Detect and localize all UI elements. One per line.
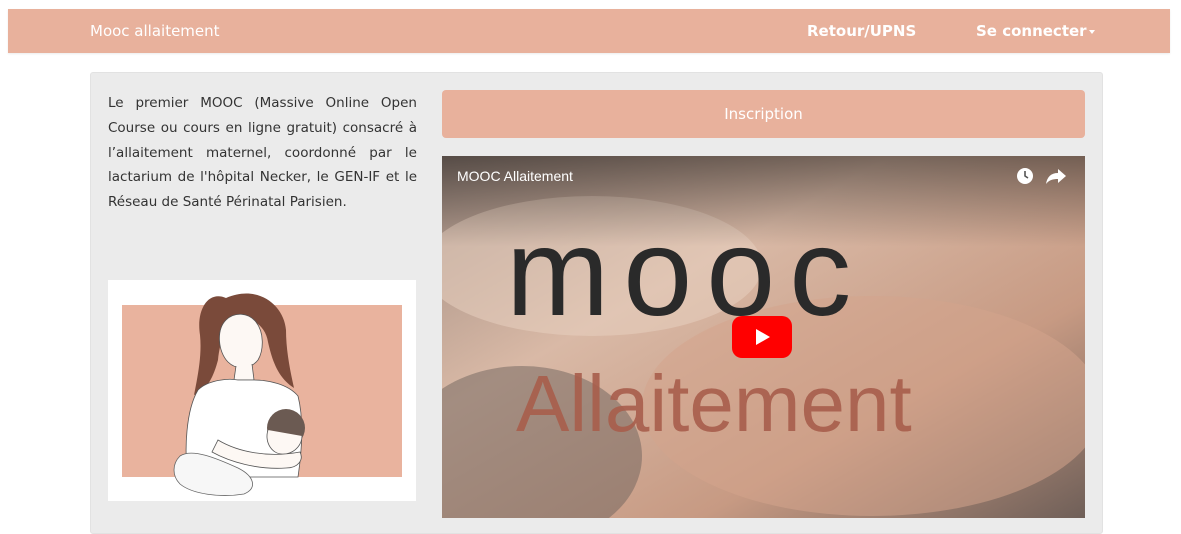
caret-down-icon bbox=[1088, 29, 1095, 34]
inscription-button[interactable]: Inscription bbox=[442, 90, 1085, 138]
navbar: Mooc allaitement Retour/UPNS Se connecte… bbox=[8, 9, 1170, 53]
watch-later-icon[interactable] bbox=[1015, 166, 1035, 186]
nav-link-retour[interactable]: Retour/UPNS bbox=[807, 22, 916, 40]
intro-text: Le premier MOOC (Massive Online Open Cou… bbox=[108, 95, 417, 211]
video-overlay-allaitement: Allaitement bbox=[516, 359, 912, 448]
breastfeeding-illustration bbox=[108, 280, 416, 501]
video-overlay-mooc: mooc bbox=[506, 204, 866, 342]
se-connecter-label: Se connecter bbox=[976, 22, 1087, 40]
play-icon[interactable] bbox=[732, 316, 792, 358]
brand-link[interactable]: Mooc allaitement bbox=[90, 22, 220, 40]
nav-link-se-connecter[interactable]: Se connecter bbox=[976, 22, 1095, 40]
main-panel: Le premier MOOC (Massive Online Open Cou… bbox=[90, 72, 1103, 534]
video-player[interactable]: mooc Allaitement MOOC Allaitement bbox=[442, 156, 1085, 518]
video-title[interactable]: MOOC Allaitement bbox=[457, 168, 573, 184]
share-icon[interactable] bbox=[1045, 166, 1067, 186]
